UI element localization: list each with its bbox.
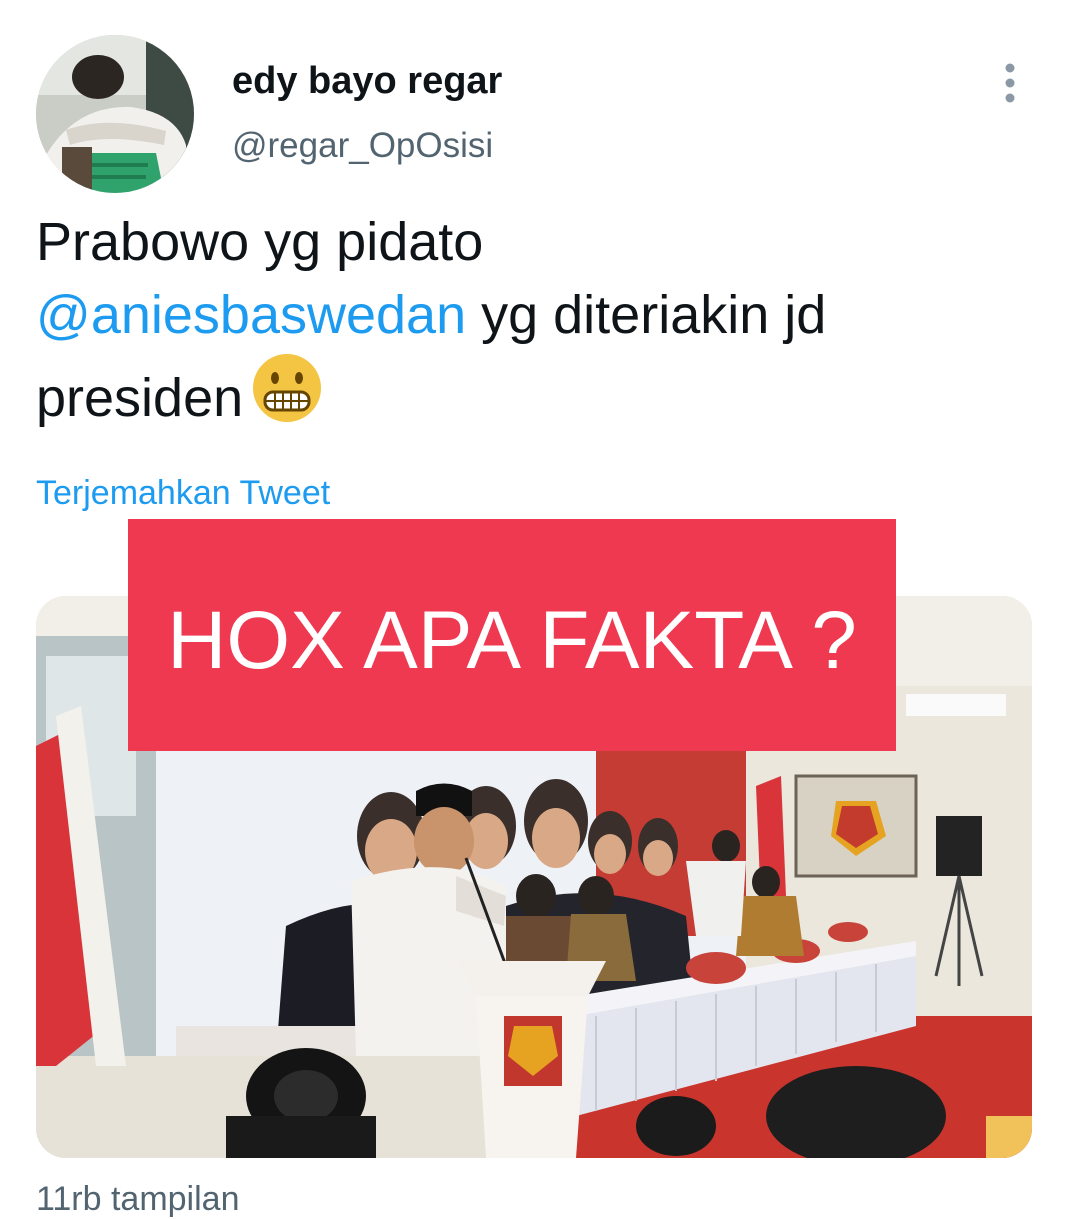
author-display-name[interactable]: edy bayo regar (232, 60, 502, 103)
avatar[interactable] (36, 35, 194, 193)
more-vertical-icon (1005, 63, 1015, 103)
overlay-text: HOX APA FAKTA ? (167, 595, 857, 686)
tweet-text-line-1: Prabowo yg pidato (36, 212, 484, 272)
tweet-text-line-3-text: presiden (36, 368, 244, 428)
tweet-text: Prabowo yg pidato @aniesbaswedan yg dite… (36, 206, 1026, 443)
grimacing-face-emoji-icon (251, 352, 323, 443)
tweet-text-line-2: @aniesbaswedan yg diteriakin jd (36, 279, 1026, 352)
overlay-banner: HOX APA FAKTA ? (128, 519, 896, 751)
tweet-text-line-3: presiden (36, 352, 1026, 443)
author-handle[interactable]: @regar_OpOsisi (232, 126, 493, 166)
view-count: 11rb tampilan (36, 1180, 240, 1218)
mention-link[interactable]: @aniesbaswedan (36, 285, 466, 345)
user-avatar-photo (36, 35, 194, 193)
more-options-button[interactable] (990, 58, 1030, 108)
tweet-text-after-mention: yg diteriakin jd (466, 285, 827, 345)
translate-tweet-link[interactable]: Terjemahkan Tweet (36, 474, 330, 513)
